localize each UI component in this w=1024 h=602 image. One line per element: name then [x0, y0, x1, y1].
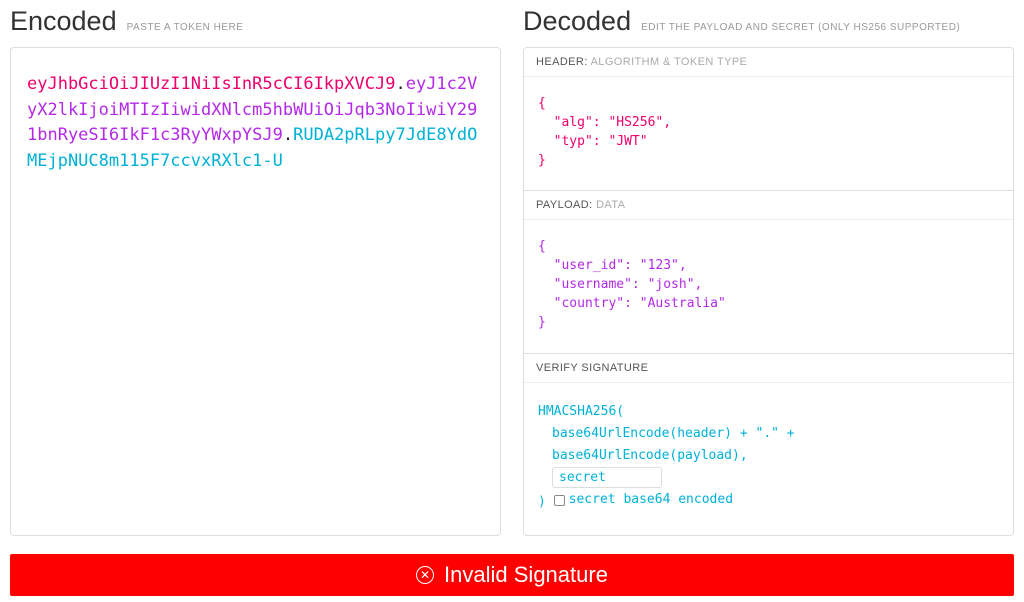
decoded-title: Decoded: [523, 6, 631, 37]
payload-section-title: PAYLOAD: DATA: [524, 191, 1013, 220]
header-section-title: HEADER: ALGORITHM & TOKEN TYPE: [524, 48, 1013, 77]
header-section: HEADER: ALGORITHM & TOKEN TYPE { "alg": …: [524, 48, 1013, 191]
secret-base64-label: secret base64 encoded: [569, 489, 733, 511]
payload-json-input[interactable]: { "user_id": "123", "username": "josh", …: [524, 220, 1013, 352]
signature-section: VERIFY SIGNATURE HMACSHA256( base64UrlEn…: [524, 354, 1013, 535]
decoded-column: Decoded EDIT THE PAYLOAD AND SECRET (ONL…: [523, 0, 1014, 536]
payload-sublabel: DATA: [596, 199, 625, 211]
sig-line2: base64UrlEncode(header) + "." +: [538, 423, 999, 445]
token-dot: .: [283, 125, 293, 145]
header-label: HEADER:: [536, 56, 588, 68]
signature-section-title: VERIFY SIGNATURE: [524, 354, 1013, 383]
decoded-heading: Decoded EDIT THE PAYLOAD AND SECRET (ONL…: [523, 0, 1014, 47]
encoded-panel: eyJhbGciOiJIUzI1NiIsInR5cCI6IkpXVCJ9.eyJ…: [10, 47, 501, 536]
token-header-part: eyJhbGciOiJIUzI1NiIsInR5cCI6IkpXVCJ9: [27, 74, 395, 94]
secret-base64-checkbox[interactable]: [554, 495, 565, 506]
token-dot: .: [395, 74, 405, 94]
signature-body: HMACSHA256( base64UrlEncode(header) + ".…: [524, 383, 1013, 534]
payload-section: PAYLOAD: DATA { "user_id": "123", "usern…: [524, 191, 1013, 353]
sig-line1: HMACSHA256(: [538, 401, 999, 423]
secret-input[interactable]: [552, 467, 662, 488]
signature-label: VERIFY SIGNATURE: [536, 362, 648, 374]
header-json-input[interactable]: { "alg": "HS256", "typ": "JWT" }: [524, 77, 1013, 190]
decoded-subtitle: EDIT THE PAYLOAD AND SECRET (ONLY HS256 …: [641, 22, 960, 33]
encoded-token-input[interactable]: eyJhbGciOiJIUzI1NiIsInR5cCI6IkpXVCJ9.eyJ…: [11, 48, 500, 535]
encoded-column: Encoded PASTE A TOKEN HERE eyJhbGciOiJIU…: [10, 0, 501, 536]
header-sublabel: ALGORITHM & TOKEN TYPE: [591, 56, 748, 68]
sig-closing: ): [538, 495, 546, 510]
signature-status-bar: ✕ Invalid Signature: [10, 554, 1014, 596]
sig-line3: base64UrlEncode(payload),: [538, 445, 999, 467]
encoded-subtitle: PASTE A TOKEN HERE: [127, 22, 244, 33]
signature-status-text: Invalid Signature: [444, 562, 608, 588]
encoded-title: Encoded: [10, 6, 117, 37]
invalid-icon: ✕: [416, 566, 434, 584]
encoded-heading: Encoded PASTE A TOKEN HERE: [10, 0, 501, 47]
decoded-panel: HEADER: ALGORITHM & TOKEN TYPE { "alg": …: [523, 47, 1014, 536]
payload-label: PAYLOAD:: [536, 199, 593, 211]
